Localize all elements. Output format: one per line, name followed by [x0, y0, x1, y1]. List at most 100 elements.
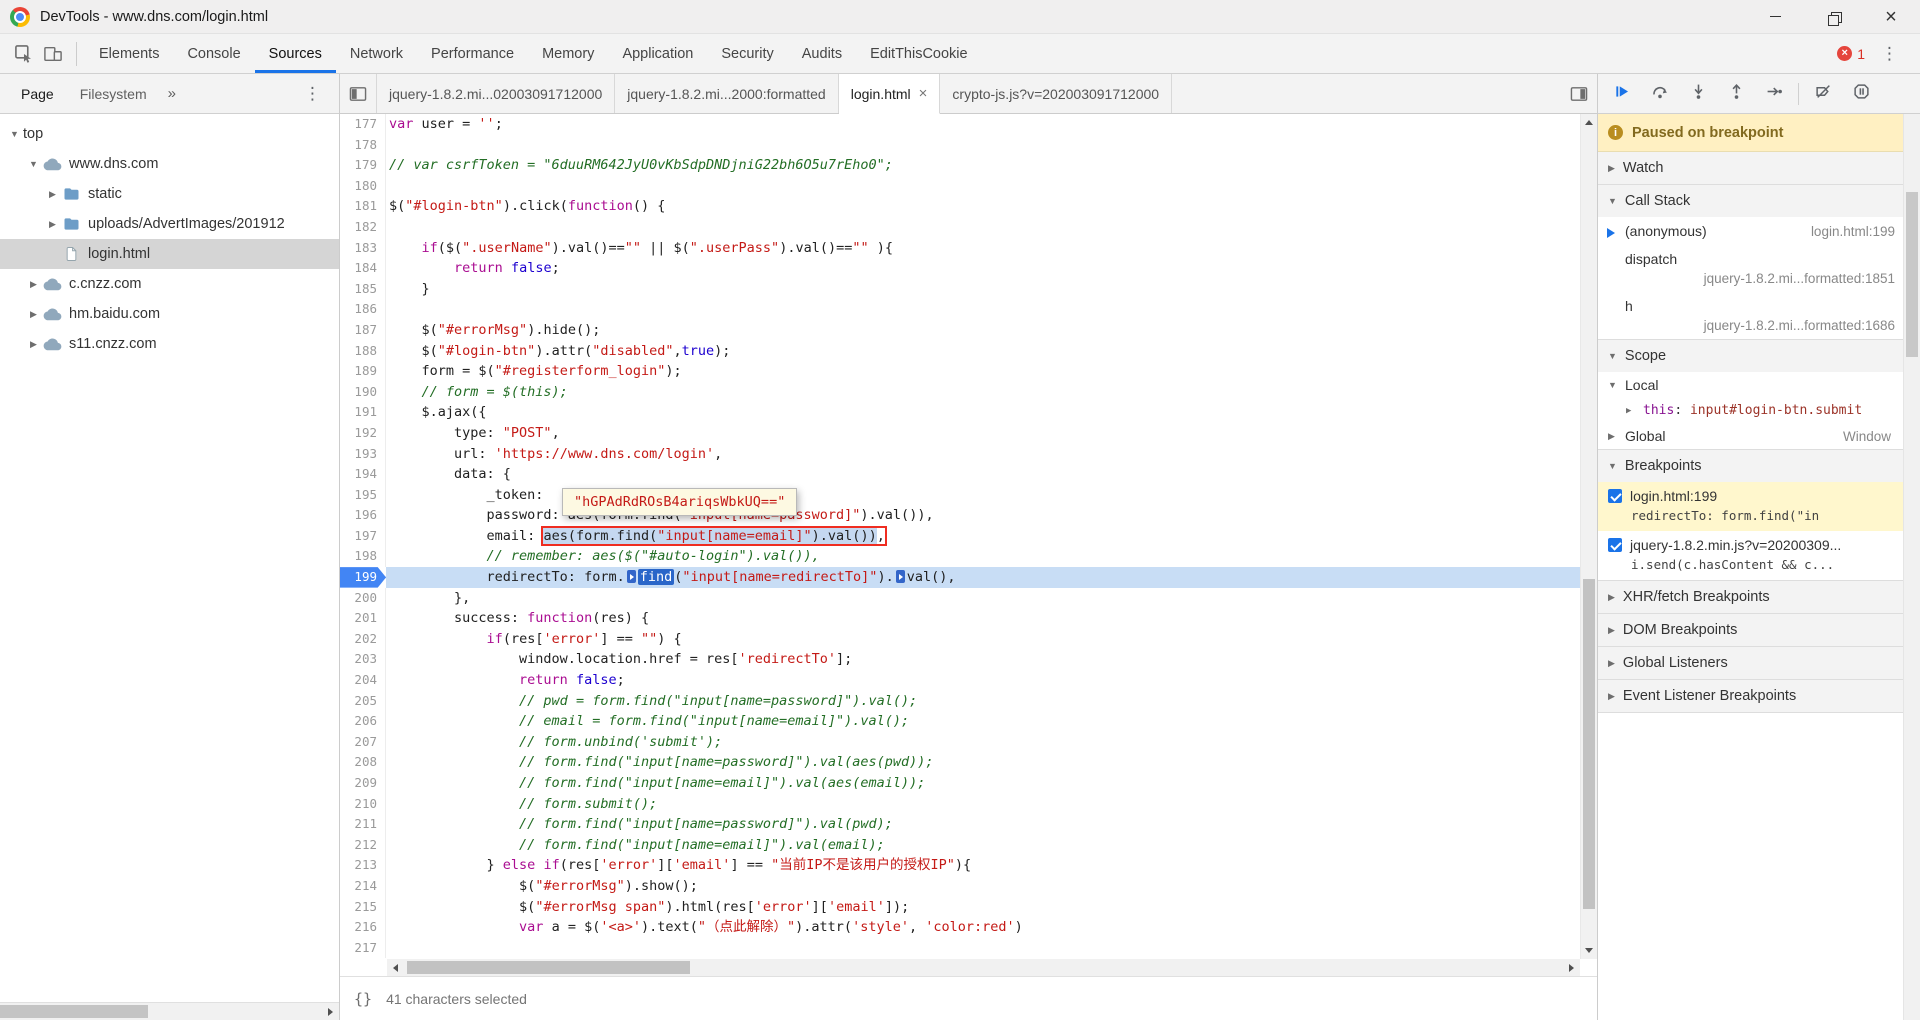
navigator-tab-filesystem[interactable]: Filesystem — [67, 74, 160, 113]
line-number[interactable]: 210 — [340, 793, 386, 815]
chevron-right-icon[interactable]: ▶ — [44, 189, 61, 200]
line-number[interactable]: 213 — [340, 855, 386, 876]
tree-item-static[interactable]: ▶ static — [0, 179, 339, 209]
scope-local-group[interactable]: ▼ Local — [1598, 372, 1903, 398]
chevron-right-icon[interactable]: ▶ — [25, 309, 42, 320]
line-number[interactable]: 214 — [340, 875, 386, 897]
line-number[interactable]: 181 — [340, 196, 386, 217]
call-stack-frame-anonymous[interactable]: (anonymous) login.html:199 — [1598, 217, 1903, 245]
step-position-marker[interactable] — [895, 570, 905, 584]
editor-tab-login-html[interactable]: login.html × — [838, 74, 941, 114]
device-toolbar-button[interactable] — [38, 39, 68, 69]
restore-button[interactable] — [1804, 0, 1862, 33]
line-number[interactable]: 192 — [340, 422, 386, 444]
line-number[interactable]: 180 — [340, 175, 386, 197]
tab-editthiscookie[interactable]: EditThisCookie — [856, 34, 982, 73]
navigator-tab-page[interactable]: Page — [8, 74, 67, 113]
line-number[interactable]: 216 — [340, 917, 386, 938]
breakpoints-section-header[interactable]: ▼ Breakpoints — [1598, 450, 1903, 482]
toggle-navigator-button[interactable] — [340, 74, 376, 113]
minimize-button[interactable] — [1746, 0, 1804, 33]
breakpoint-line-number[interactable]: 199 — [340, 567, 386, 588]
line-number[interactable]: 190 — [340, 381, 386, 403]
editor-horizontal-scrollbar[interactable] — [387, 959, 1580, 976]
tab-sources[interactable]: Sources — [255, 34, 336, 73]
navigator-horizontal-scrollbar[interactable] — [0, 1002, 339, 1020]
tab-audits[interactable]: Audits — [788, 34, 856, 73]
tab-memory[interactable]: Memory — [528, 34, 608, 73]
pretty-print-button[interactable]: {} — [354, 990, 372, 1008]
breakpoint-checkbox[interactable] — [1608, 489, 1622, 503]
line-number[interactable]: 208 — [340, 752, 386, 773]
editor-tab-jquery-1-8-2-mi-2000-formatted[interactable]: jquery-1.8.2.mi...2000:formatted — [615, 74, 839, 113]
close-button[interactable] — [1862, 0, 1920, 33]
debugger-vertical-scrollbar[interactable] — [1903, 114, 1920, 1020]
tree-item-login-html[interactable]: login.html — [0, 239, 339, 269]
line-number[interactable]: 200 — [340, 587, 386, 609]
scroll-right-button[interactable] — [322, 1003, 339, 1020]
line-number[interactable]: 177 — [340, 114, 386, 135]
console-error-badge[interactable]: × 1 — [1837, 46, 1865, 62]
line-number[interactable]: 188 — [340, 340, 386, 362]
inspect-element-button[interactable] — [8, 39, 38, 69]
code-area[interactable]: 177 var user = ''; 178 179// var csrfToken … — [340, 114, 1580, 959]
tree-item-top[interactable]: ▼ top — [0, 119, 339, 149]
line-number[interactable]: 193 — [340, 443, 386, 465]
scrollbar-thumb[interactable] — [407, 961, 690, 974]
step-out-button[interactable] — [1720, 80, 1752, 108]
line-number[interactable]: 205 — [340, 690, 386, 712]
line-number[interactable]: 215 — [340, 896, 386, 918]
tree-item-hm-baidu-com[interactable]: ▶ hm.baidu.com — [0, 299, 339, 329]
tree-item-c-cnzz-com[interactable]: ▶ c.cnzz.com — [0, 269, 339, 299]
scrollbar-thumb[interactable] — [0, 1005, 148, 1018]
scrollbar-thumb[interactable] — [1906, 192, 1918, 357]
step-button[interactable] — [1758, 80, 1790, 108]
line-number[interactable]: 191 — [340, 402, 386, 423]
line-number[interactable]: 183 — [340, 237, 386, 259]
call-stack-section-header[interactable]: ▼ Call Stack — [1598, 185, 1903, 217]
chevron-right-icon[interactable]: ▶ — [44, 219, 61, 230]
breakpoint-checkbox[interactable] — [1608, 538, 1622, 552]
deactivate-breakpoints-button[interactable] — [1807, 80, 1839, 108]
step-over-button[interactable] — [1644, 80, 1676, 108]
step-position-marker[interactable] — [626, 570, 636, 584]
line-number[interactable]: 189 — [340, 361, 386, 382]
line-number[interactable]: 195 — [340, 484, 386, 506]
tab-elements[interactable]: Elements — [85, 34, 173, 73]
line-number[interactable]: 211 — [340, 814, 386, 835]
watch-section-header[interactable]: ▶ Watch — [1598, 152, 1903, 184]
scroll-left-button[interactable] — [387, 959, 404, 976]
chevron-right-icon[interactable]: ▶ — [25, 339, 42, 350]
line-number[interactable]: 203 — [340, 649, 386, 671]
line-number[interactable]: 184 — [340, 258, 386, 279]
devtools-menu-icon[interactable]: ⋮ — [1875, 44, 1904, 64]
toggle-debugger-sidebar-button[interactable] — [1561, 74, 1597, 113]
editor-vertical-scrollbar[interactable] — [1580, 114, 1597, 959]
line-number[interactable]: 185 — [340, 278, 386, 300]
tab-network[interactable]: Network — [336, 34, 417, 73]
line-number[interactable]: 204 — [340, 670, 386, 691]
tree-item-uploads-advertimages-201912[interactable]: ▶ uploads/AdvertImages/201912 — [0, 209, 339, 239]
scroll-down-button[interactable] — [1581, 942, 1597, 959]
more-tabs-icon[interactable]: » — [160, 85, 184, 102]
call-stack-frame-h[interactable]: h jquery-1.8.2.mi...formatted:1686 — [1598, 292, 1903, 339]
line-number[interactable]: 197 — [340, 525, 386, 547]
call-stack-frame-dispatch[interactable]: dispatch jquery-1.8.2.mi...formatted:1851 — [1598, 245, 1903, 292]
line-number[interactable]: 209 — [340, 773, 386, 794]
resume-button[interactable] — [1606, 80, 1638, 108]
line-number[interactable]: 217 — [340, 937, 386, 959]
global-listeners-section-header[interactable]: ▶ Global Listeners — [1598, 647, 1903, 679]
scope-global-group[interactable]: ▶ Global Window — [1598, 423, 1903, 449]
breakpoint-entry-jquery-1-8-2-min-js-v-20200309[interactable]: jquery-1.8.2.min.js?v=20200309... i.send(… — [1598, 531, 1903, 580]
tab-security[interactable]: Security — [707, 34, 787, 73]
chevron-down-icon[interactable]: ▼ — [6, 129, 23, 139]
line-number[interactable]: 202 — [340, 628, 386, 650]
line-number[interactable]: 182 — [340, 216, 386, 238]
tab-performance[interactable]: Performance — [417, 34, 528, 73]
tree-item-s11-cnzz-com[interactable]: ▶ s11.cnzz.com — [0, 329, 339, 359]
tab-application[interactable]: Application — [608, 34, 707, 73]
dom-breakpoints-section-header[interactable]: ▶ DOM Breakpoints — [1598, 614, 1903, 646]
breakpoint-entry-login-html-199[interactable]: login.html:199 redirectTo: form.find("in — [1598, 482, 1903, 531]
pause-on-exceptions-button[interactable] — [1845, 80, 1877, 108]
line-number[interactable]: 179 — [340, 155, 386, 176]
